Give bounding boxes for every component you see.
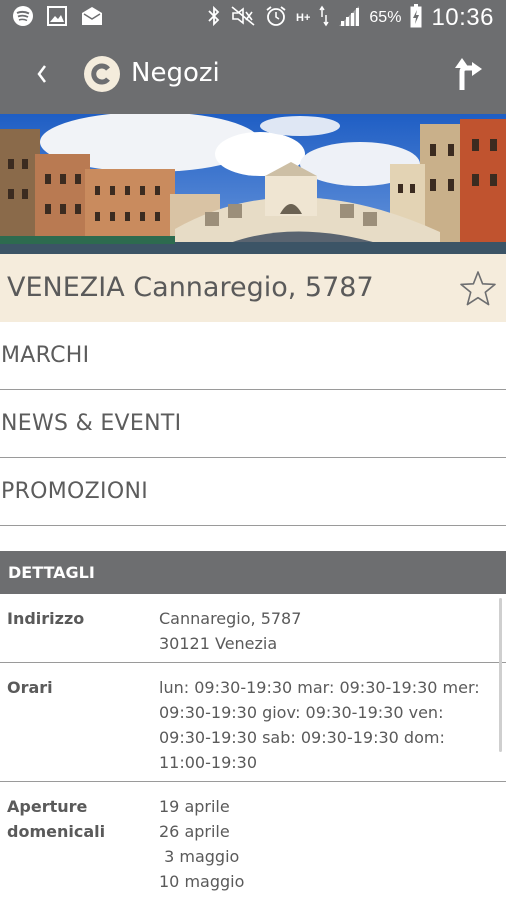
app-bar: Negozi — [0, 36, 506, 114]
directions-icon — [455, 58, 482, 90]
favorite-button[interactable] — [458, 269, 498, 309]
menu-item-news-eventi[interactable]: NEWS & EVENTI — [0, 390, 506, 458]
store-name: VENEZIA Cannaregio, 5787 — [7, 272, 374, 303]
details-list[interactable]: Indirizzo Cannaregio, 5787 30121 Venezia… — [0, 594, 506, 900]
gallery-icon — [46, 5, 68, 31]
back-button[interactable] — [24, 56, 60, 92]
store-header: VENEZIA Cannaregio, 5787 — [0, 254, 506, 322]
detail-label: Indirizzo — [7, 609, 85, 628]
mute-icon — [230, 5, 256, 31]
spotify-icon — [12, 5, 34, 31]
page-title: Negozi — [131, 58, 220, 88]
system-icons: H+ 65% 10:36 — [207, 4, 494, 32]
details-header: DETTAGLI — [0, 551, 506, 594]
clock: 10:36 — [431, 4, 494, 31]
menu-item-marchi[interactable]: MARCHI — [0, 322, 506, 390]
scrollbar[interactable] — [499, 598, 502, 752]
directions-button[interactable] — [448, 54, 488, 94]
alarm-icon — [265, 5, 287, 31]
detail-row-sunday-openings: Aperture domenicali 19 aprile 26 aprile … — [0, 782, 506, 900]
detail-value: Cannaregio, 5787 30121 Venezia — [159, 609, 302, 653]
battery-charging-icon — [410, 4, 422, 32]
mail-icon — [80, 5, 104, 31]
network-type: H+ — [296, 12, 311, 24]
battery-percent: 65% — [369, 9, 402, 26]
detail-row-hours: Orari lun: 09:30-19:30 mar: 09:30-19:30 … — [0, 663, 506, 782]
data-arrows-icon — [319, 5, 330, 31]
menu-item-promozioni[interactable]: PROMOZIONI — [0, 458, 506, 526]
signal-icon — [338, 5, 360, 31]
detail-row-address: Indirizzo Cannaregio, 5787 30121 Venezia — [0, 594, 506, 663]
star-outline-icon — [460, 271, 496, 306]
app-logo — [84, 56, 120, 92]
detail-label: Aperture domenicali — [7, 797, 106, 841]
status-bar: H+ 65% 10:36 — [0, 0, 506, 36]
store-menu: MARCHI NEWS & EVENTI PROMOZIONI — [0, 322, 506, 526]
chevron-left-icon — [37, 65, 46, 83]
hero-image — [0, 114, 506, 254]
detail-label: Orari — [7, 678, 53, 697]
detail-value: lun: 09:30-19:30 mar: 09:30-19:30 mer: 0… — [159, 678, 485, 772]
bluetooth-icon — [207, 5, 221, 31]
notification-icons — [12, 6, 104, 30]
detail-value: 19 aprile 26 aprile 3 maggio 10 maggio 1… — [159, 797, 245, 900]
